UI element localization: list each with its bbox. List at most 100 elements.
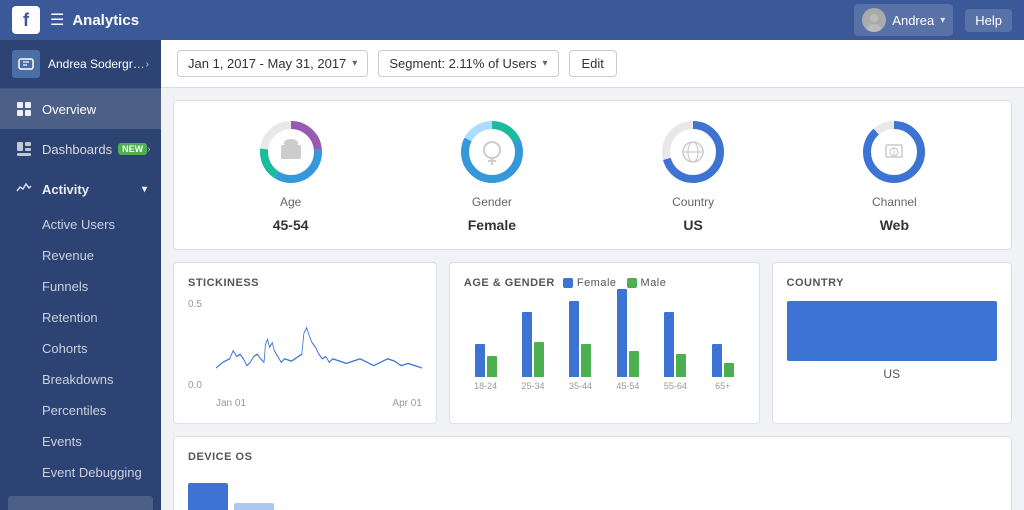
age-gender-chart-card: AGE & GENDER Female Male 18-242 xyxy=(449,262,760,424)
country-bar xyxy=(787,301,997,361)
new-badge: NEW xyxy=(118,143,147,155)
female-bar xyxy=(522,312,532,377)
female-bar xyxy=(664,312,674,377)
edit-button[interactable]: Edit xyxy=(569,50,617,77)
gender-value: Female xyxy=(468,217,516,233)
main-content: Jan 1, 2017 - May 31, 2017 ▾ Segment: 2.… xyxy=(161,40,1024,510)
gender-donut xyxy=(457,117,527,187)
bar-group-55-64: 55-64 xyxy=(654,312,697,391)
bar-group-18-24: 18-24 xyxy=(464,344,507,391)
sidebar-item-retention[interactable]: Retention xyxy=(0,302,161,333)
chevron-right-icon: › xyxy=(147,144,150,155)
sidebar-item-funnels[interactable]: Funnels xyxy=(0,271,161,302)
sidebar-section-activity[interactable]: Activity ▾ xyxy=(0,169,161,209)
chevron-down-icon: ▾ xyxy=(940,15,945,26)
sidebar-item-breakdowns[interactable]: Breakdowns xyxy=(0,364,161,395)
device-bar-ios xyxy=(234,503,274,510)
y-min-label: 0.0 xyxy=(188,380,214,391)
chevron-down-icon: ▾ xyxy=(142,184,147,195)
channel-value: Web xyxy=(880,217,909,233)
top-bar: f ☰ Analytics Andrea ▾ Help xyxy=(0,0,1024,40)
female-bar xyxy=(617,289,627,377)
bar-x-label: 55-64 xyxy=(664,381,687,391)
country-bar-label: US xyxy=(787,367,997,381)
legend-male: Male xyxy=(627,277,667,289)
sidebar-section-label: Activity xyxy=(42,182,89,197)
female-bar xyxy=(475,344,485,377)
age-label: Age xyxy=(280,195,301,209)
age-donut xyxy=(256,117,326,187)
sidebar-item-events[interactable]: Events xyxy=(0,426,161,457)
account-name: Andrea Sodergren V... xyxy=(48,57,146,71)
male-bar xyxy=(487,356,497,377)
x-end-label: Apr 01 xyxy=(392,398,421,409)
account-selector[interactable]: Andrea Sodergren V... › xyxy=(0,40,161,89)
channel-card: Channel Web xyxy=(859,117,929,233)
stickiness-title: STICKINESS xyxy=(188,277,422,289)
stickiness-chart-area: 0.5 0.0 Jan 01 Apr 01 xyxy=(188,299,422,409)
fb-logo: f xyxy=(12,6,40,34)
account-icon xyxy=(12,50,40,78)
charts-row: STICKINESS 0.5 0.0 Jan 01 Apr 01 xyxy=(173,262,1012,424)
sidebar-item-label: Overview xyxy=(42,102,96,117)
bar-x-label: 25-34 xyxy=(522,381,545,391)
username-label: Andrea xyxy=(892,13,934,28)
date-range-label: Jan 1, 2017 - May 31, 2017 xyxy=(188,56,346,71)
male-bar xyxy=(581,344,591,377)
male-dot xyxy=(627,278,637,288)
sidebar-item-overview[interactable]: Overview xyxy=(0,89,161,129)
female-bar xyxy=(569,301,579,377)
bar-group-25-34: 25-34 xyxy=(511,312,554,391)
age-gender-title: AGE & GENDER Female Male xyxy=(464,277,745,289)
female-bar xyxy=(712,344,722,377)
y-max-label: 0.5 xyxy=(188,299,214,310)
sidebar-item-dashboards[interactable]: Dashboards NEW › xyxy=(0,129,161,169)
sidebar-item-cohorts[interactable]: Cohorts xyxy=(0,333,161,364)
gender-card: Gender Female xyxy=(457,117,527,233)
search-input[interactable] xyxy=(8,496,153,510)
country-chart-title: COUNTRY xyxy=(787,277,997,289)
overview-cards: Age 45-54 Gender Female xyxy=(173,100,1012,250)
age-value: 45-54 xyxy=(273,217,309,233)
age-card: Age 45-54 xyxy=(256,117,326,233)
channel-label: Channel xyxy=(872,195,917,209)
legend-female: Female xyxy=(563,277,617,289)
country-chart-card: COUNTRY US xyxy=(772,262,1012,424)
user-menu-button[interactable]: Andrea ▾ xyxy=(854,4,953,36)
sidebar-item-percentiles[interactable]: Percentiles xyxy=(0,395,161,426)
bar-group-45-54: 45-54 xyxy=(606,289,649,391)
device-os-card: DEVICE OS xyxy=(173,436,1012,510)
sidebar-search xyxy=(0,488,161,510)
sidebar: Andrea Sodergren V... › Overview Dashboa… xyxy=(0,40,161,510)
chevron-down-icon: ▾ xyxy=(542,58,547,69)
avatar xyxy=(862,8,886,32)
country-card: Country US xyxy=(658,117,728,233)
segment-button[interactable]: Segment: 2.11% of Users ▾ xyxy=(378,50,558,77)
sidebar-item-event-debugging[interactable]: Event Debugging xyxy=(0,457,161,488)
x-start-label: Jan 01 xyxy=(216,398,246,409)
overview-icon xyxy=(14,99,34,119)
sidebar-item-revenue[interactable]: Revenue xyxy=(0,240,161,271)
hamburger-icon[interactable]: ☰ xyxy=(50,10,64,30)
male-bar xyxy=(629,351,639,377)
app-title: Analytics xyxy=(72,12,854,29)
bar-group-65+: 65+ xyxy=(701,344,744,391)
country-bar-container: US xyxy=(787,301,997,381)
sidebar-item-label: Dashboards xyxy=(42,142,112,157)
chevron-right-icon: › xyxy=(146,59,149,70)
gender-label: Gender xyxy=(472,195,512,209)
sidebar-item-active-users[interactable]: Active Users xyxy=(0,209,161,240)
bar-x-label: 65+ xyxy=(715,381,730,391)
bar-group-35-44: 35-44 xyxy=(559,301,602,391)
stickiness-line-svg xyxy=(216,299,422,391)
country-donut xyxy=(658,117,728,187)
channel-donut xyxy=(859,117,929,187)
male-bar xyxy=(534,342,544,377)
filter-bar: Jan 1, 2017 - May 31, 2017 ▾ Segment: 2.… xyxy=(161,40,1024,88)
bar-x-label: 35-44 xyxy=(569,381,592,391)
device-os-title: DEVICE OS xyxy=(188,451,997,463)
device-bar-android xyxy=(188,483,228,510)
date-range-button[interactable]: Jan 1, 2017 - May 31, 2017 ▾ xyxy=(177,50,368,77)
country-label: Country xyxy=(672,195,714,209)
help-button[interactable]: Help xyxy=(965,9,1012,32)
